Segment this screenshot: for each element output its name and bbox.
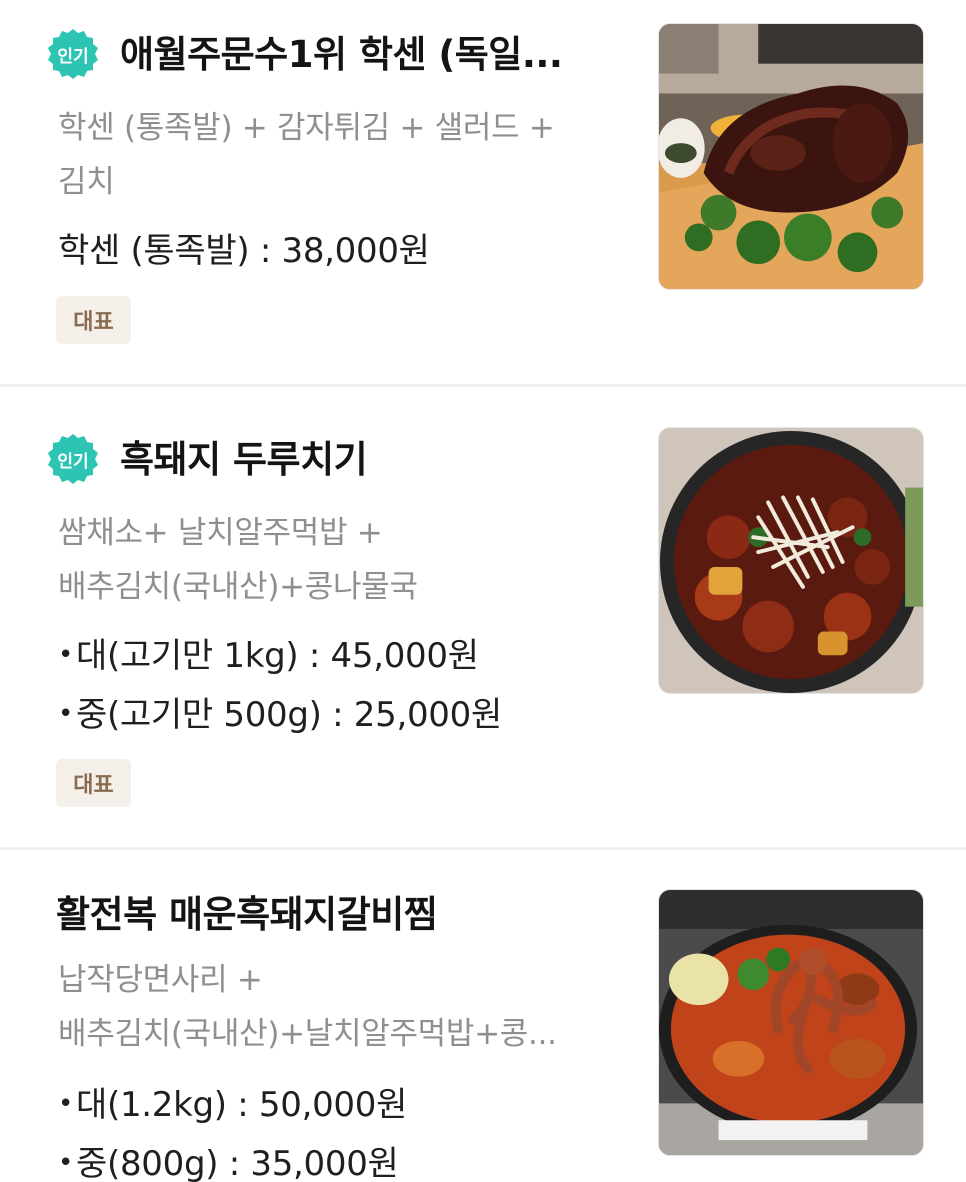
menu-description-line: 김치 <box>58 164 115 200</box>
stir-fried-pork-photo[interactable] <box>658 427 924 694</box>
menu-item-braised-ribs[interactable]: 활전복 매운흑돼지갈비찜 납작당면사리 + 배추김치(국내산)+날치알주먹밥+콩… <box>0 850 966 1182</box>
menu-description-line: 납작당면사리 + <box>58 962 263 998</box>
menu-price-line: 학센 (통족발) : 38,000원 <box>58 231 430 271</box>
menu-description-line: 배추김치(국내산)+날치알주먹밥+콩... <box>58 1016 557 1052</box>
menu-description: 납작당면사리 + 배추김치(국내산)+날치알주먹밥+콩... <box>58 953 618 1061</box>
menu-name-row: 인기 흑돼지 두루치기 <box>44 430 368 488</box>
menu-price-line: •대(고기만 1kg) : 45,000원 <box>58 636 479 676</box>
menu-item-pork-knuckle[interactable]: 인기 애월주문수1위 학센 (독일... 학센 (통족발) + 감자튀김 + 샐… <box>0 0 966 384</box>
popular-badge-icon: 인기 <box>44 430 102 488</box>
menu-price: •대(고기만 1kg) : 45,000원 •중(고기만 500g) : 25,… <box>58 626 502 744</box>
menu-name-row: 활전복 매운흑돼지갈비찜 <box>56 893 438 936</box>
menu-price-line: •대(1.2kg) : 50,000원 <box>58 1085 408 1125</box>
menu-price-line: •중(800g) : 35,000원 <box>58 1144 399 1182</box>
popular-badge-icon: 인기 <box>44 25 102 83</box>
menu-name: 애월주문수1위 학센 (독일... <box>120 32 563 76</box>
menu-name-row: 인기 애월주문수1위 학센 (독일... <box>44 25 563 83</box>
menu-name: 흑돼지 두루치기 <box>120 437 368 481</box>
menu-price: 학센 (통족발) : 38,000원 <box>58 222 430 280</box>
menu-description-line: 쌈채소+ 날치알주먹밥 + <box>58 515 383 551</box>
menu-description-line: 학센 (통족발) + 감자튀김 + 샐러드 + <box>58 110 555 146</box>
menu-description: 학센 (통족발) + 감자튀김 + 샐러드 + 김치 <box>58 101 618 209</box>
menu-description: 쌈채소+ 날치알주먹밥 + 배추김치(국내산)+콩나물국 <box>58 506 618 614</box>
menu-description-line: 배추김치(국내산)+콩나물국 <box>58 569 418 605</box>
popular-badge-label: 인기 <box>57 47 88 67</box>
menu-item-stir-fried-pork[interactable]: 인기 흑돼지 두루치기 쌈채소+ 날치알주먹밥 + 배추김치(국내산)+콩나물국… <box>0 387 966 847</box>
menu-name: 활전복 매운흑돼지갈비찜 <box>56 893 438 936</box>
menu-price-line: •중(고기만 500g) : 25,000원 <box>58 695 502 735</box>
signature-tag: 대표 <box>56 296 131 344</box>
menu-list: 인기 애월주문수1위 학센 (독일... 학센 (통족발) + 감자튀김 + 샐… <box>0 0 966 1182</box>
braised-ribs-octopus-photo[interactable] <box>658 889 924 1156</box>
pork-knuckle-photo[interactable] <box>658 23 924 290</box>
popular-badge-label: 인기 <box>57 452 88 472</box>
menu-price: •대(1.2kg) : 50,000원 •중(800g) : 35,000원 <box>58 1075 407 1182</box>
signature-tag: 대표 <box>56 759 131 807</box>
